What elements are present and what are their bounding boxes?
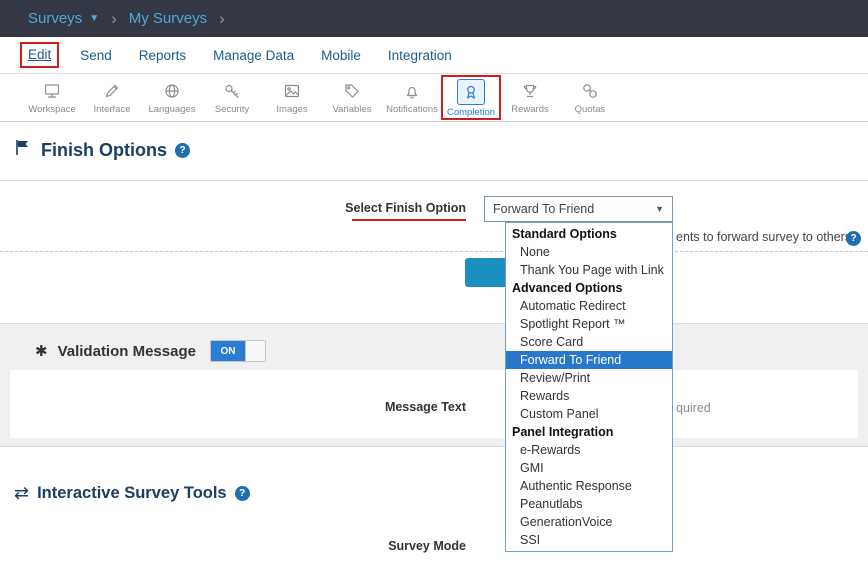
interface-icon <box>103 79 121 102</box>
menu-item-mobile[interactable]: Mobile <box>321 48 361 63</box>
validation-message-title: Validation Message <box>58 343 196 360</box>
annotation-box-edit: Edit <box>20 42 59 68</box>
dropdown-option-forward-to-friend[interactable]: Forward To Friend <box>506 351 672 369</box>
interactive-arrows-icon: ⇄ <box>14 484 29 502</box>
survey-mode-label: Survey Mode <box>0 539 466 553</box>
annotation-box-completion: Completion <box>441 75 501 120</box>
breadcrumb-chevron-icon: › <box>111 10 117 27</box>
finish-option-select-value: Forward To Friend <box>493 202 594 216</box>
menu-item-integration[interactable]: Integration <box>388 48 452 63</box>
page-title: Finish Options <box>41 140 167 161</box>
validation-message-panel: ✱ Validation Message ON <box>0 323 868 447</box>
breadcrumb-chevron-icon: › <box>219 10 225 27</box>
interactive-tools-header: ⇄ Interactive Survey Tools ? <box>14 479 250 507</box>
dropdown-option-spotlight-report[interactable]: Spotlight Report ™ <box>506 315 672 333</box>
message-text-input-fragment[interactable]: quired <box>676 401 711 415</box>
dropdown-option-e-rewards[interactable]: e-Rewards <box>506 441 672 459</box>
tool-notifications[interactable]: Notifications <box>382 75 442 115</box>
dropdown-option-thank-you-page[interactable]: Thank You Page with Link <box>506 261 672 279</box>
tool-quotas[interactable]: Quotas <box>560 75 620 115</box>
languages-icon <box>163 79 181 102</box>
finish-option-select[interactable]: Forward To Friend ▼ <box>484 196 673 222</box>
finish-flag-icon <box>14 138 33 162</box>
menu-item-reports[interactable]: Reports <box>139 48 186 63</box>
menu-item-edit[interactable]: Edit <box>28 47 51 62</box>
tool-label: Interface <box>94 104 131 115</box>
tool-security[interactable]: Security <box>202 75 262 115</box>
dashed-divider <box>0 251 868 252</box>
tool-variables[interactable]: Variables <box>322 75 382 115</box>
select-finish-option-label: Select Finish Option <box>0 201 466 215</box>
tool-workspace[interactable]: Workspace <box>22 75 82 115</box>
finish-option-description-fragment: ents to forward survey to others. <box>676 230 855 244</box>
tool-completion[interactable]: Completion <box>443 77 499 118</box>
tool-label: Quotas <box>575 104 606 115</box>
app-screen: Surveys ▼ › My Surveys › Edit Send Repor… <box>0 0 868 567</box>
breadcrumb-surveys-label: Surveys <box>28 10 82 27</box>
finish-options-header: Finish Options ? <box>14 136 190 164</box>
variables-icon <box>343 79 361 102</box>
tool-label: Notifications <box>386 104 438 115</box>
dropdown-option-gmi[interactable]: GMI <box>506 459 672 477</box>
dropdown-option-score-card[interactable]: Score Card <box>506 333 672 351</box>
rewards-icon <box>521 79 539 102</box>
dropdown-option-rewards[interactable]: Rewards <box>506 387 672 405</box>
dropdown-group-panel-integration: Panel Integration <box>506 423 672 441</box>
finish-option-dropdown-list: Standard Options None Thank You Page wit… <box>505 222 673 552</box>
tool-label: Workspace <box>28 104 75 115</box>
breadcrumb-my-surveys[interactable]: My Surveys <box>129 10 207 27</box>
tool-rewards[interactable]: Rewards <box>500 75 560 115</box>
toggle-on-label: ON <box>211 341 245 361</box>
help-icon[interactable]: ? <box>846 231 861 246</box>
dropdown-option-custom-panel[interactable]: Custom Panel <box>506 405 672 423</box>
dropdown-option-automatic-redirect[interactable]: Automatic Redirect <box>506 297 672 315</box>
annotation-underline-select-finish <box>352 219 466 221</box>
interactive-tools-title: Interactive Survey Tools <box>37 484 227 503</box>
tool-label: Images <box>276 104 307 115</box>
notifications-icon <box>403 79 421 102</box>
menu-bar: Edit Send Reports Manage Data Mobile Int… <box>0 37 868 74</box>
dropdown-group-advanced-options: Advanced Options <box>506 279 672 297</box>
validation-toggle[interactable]: ON <box>210 340 266 362</box>
edit-toolbar: Workspace Interface Languages Security I <box>0 75 868 122</box>
dropdown-group-standard-options: Standard Options <box>506 225 672 243</box>
validation-message-header: ✱ Validation Message ON <box>35 340 266 362</box>
dropdown-option-authentic-response[interactable]: Authentic Response <box>506 477 672 495</box>
breadcrumb-my-surveys-label: My Surveys <box>129 10 207 27</box>
help-icon[interactable]: ? <box>235 486 250 501</box>
chevron-down-icon: ▼ <box>655 204 664 214</box>
dropdown-option-generationvoice[interactable]: GenerationVoice <box>506 513 672 531</box>
menu-item-send[interactable]: Send <box>80 48 112 63</box>
message-text-label: Message Text <box>0 400 466 414</box>
breadcrumb-surveys[interactable]: Surveys ▼ <box>28 10 99 27</box>
security-icon <box>223 79 241 102</box>
tool-label: Completion <box>447 107 495 118</box>
tool-label: Security <box>215 104 249 115</box>
top-navigation-bar: Surveys ▼ › My Surveys › <box>0 0 868 37</box>
tool-label: Variables <box>333 104 372 115</box>
dropdown-option-review-print[interactable]: Review/Print <box>506 369 672 387</box>
divider <box>0 180 868 181</box>
tool-label: Languages <box>148 104 195 115</box>
toggle-knob <box>245 341 265 361</box>
images-icon <box>283 79 301 102</box>
menu-item-manage-data[interactable]: Manage Data <box>213 48 294 63</box>
completion-icon <box>457 79 485 105</box>
dropdown-option-none[interactable]: None <box>506 243 672 261</box>
help-icon[interactable]: ? <box>175 143 190 158</box>
tool-languages[interactable]: Languages <box>142 75 202 115</box>
quotas-icon <box>581 79 599 102</box>
validation-asterisk-icon: ✱ <box>35 342 48 360</box>
workspace-icon <box>43 79 61 102</box>
tool-label: Rewards <box>511 104 549 115</box>
tool-images[interactable]: Images <box>262 75 322 115</box>
surveys-caret-icon: ▼ <box>89 13 99 24</box>
dropdown-option-peanutlabs[interactable]: Peanutlabs <box>506 495 672 513</box>
dropdown-option-ssi[interactable]: SSI <box>506 531 672 549</box>
tool-interface[interactable]: Interface <box>82 75 142 115</box>
